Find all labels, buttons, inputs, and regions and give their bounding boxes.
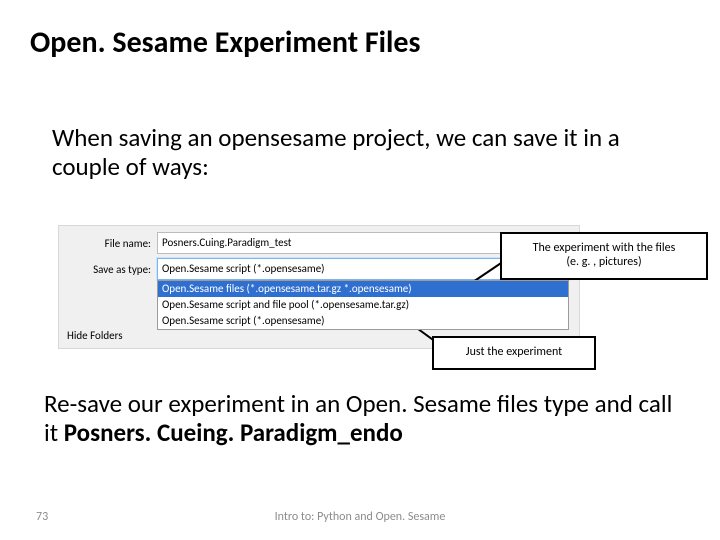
type-option[interactable]: Open.Sesame files (*.opensesame.tar.gz *…: [158, 281, 568, 297]
callout-files: The experiment with the files (e. g. , p…: [500, 232, 708, 280]
type-option[interactable]: Open.Sesame script and file pool (*.open…: [158, 297, 568, 313]
slide-footer: Intro to: Python and Open. Sesame: [0, 510, 720, 524]
type-selected-text: Open.Sesame script (*.opensesame): [162, 262, 325, 275]
slide-title: Open. Sesame Experiment Files: [30, 24, 420, 61]
callout-script: Just the experiment: [432, 336, 596, 370]
filename-label: File name:: [65, 237, 157, 250]
type-option[interactable]: Open.Sesame script (*.opensesame): [158, 313, 568, 329]
type-dropdown: Open.Sesame files (*.opensesame.tar.gz *…: [157, 280, 569, 330]
type-label: Save as type:: [65, 263, 157, 276]
slide: Open. Sesame Experiment Files When savin…: [0, 0, 720, 540]
hide-folders-link[interactable]: Hide Folders: [67, 329, 123, 342]
callout-text: Just the experiment: [466, 346, 562, 360]
callout-text: The experiment with the files: [533, 241, 676, 255]
callout-text: (e. g. , pictures): [566, 255, 641, 269]
body-text-2: Re-save our experiment in an Open. Sesam…: [44, 390, 684, 448]
body2-bold: Posners. Cueing. Paradigm_endo: [64, 417, 403, 448]
body-text-1: When saving an opensesame project, we ca…: [52, 124, 652, 182]
